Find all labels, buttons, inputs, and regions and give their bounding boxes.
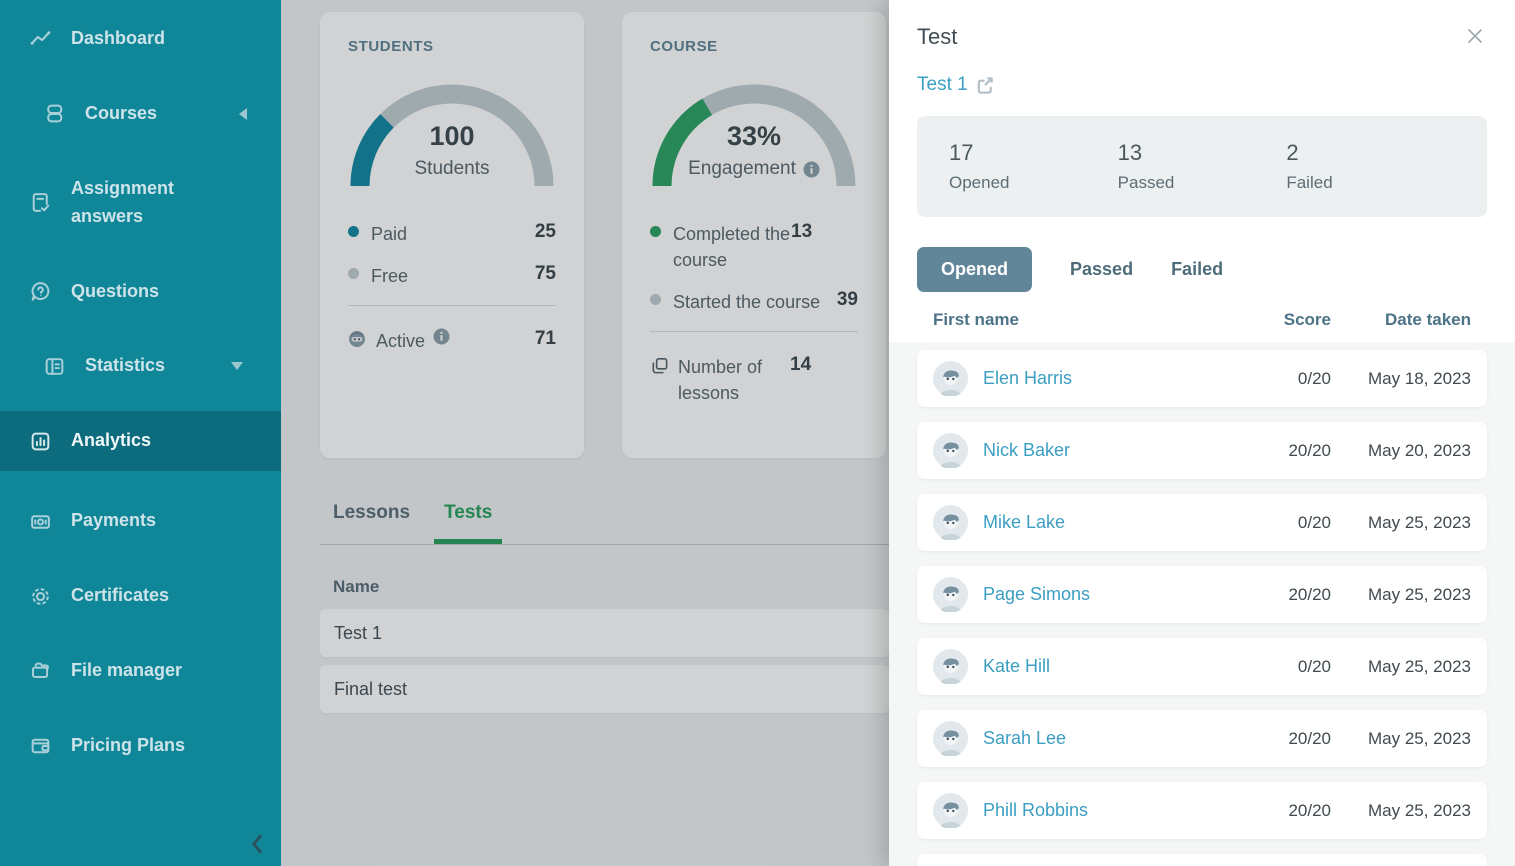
payments-icon — [28, 509, 52, 533]
sidebar-item-certificates[interactable]: Certificates — [0, 571, 281, 621]
chevron-left-icon — [251, 834, 262, 853]
questions-icon — [28, 280, 52, 304]
student-name-link[interactable]: Page Simons — [983, 584, 1246, 605]
avatar — [933, 361, 968, 396]
sidebar-item-payments[interactable]: Payments — [0, 496, 281, 546]
assignment-answers-icon — [28, 191, 52, 215]
sidebar-collapse-button[interactable] — [249, 834, 265, 854]
result-row[interactable]: Mike Lake 0/20 May 25, 2023 — [917, 494, 1487, 551]
stat-failed: 2 Failed — [1286, 140, 1333, 192]
student-name-link[interactable]: Sarah Lee — [983, 728, 1246, 749]
sidebar-item-assignment-answers[interactable]: Assignment answers — [0, 164, 281, 242]
tab-failed[interactable]: Failed — [1171, 259, 1223, 280]
student-name-link[interactable]: Phill Robbins — [983, 800, 1246, 821]
pricing-plans-icon — [28, 734, 52, 758]
sidebar-item-analytics[interactable]: Analytics — [0, 411, 281, 472]
test-details-drawer: Test Test 1 17 Opened 13 Passed 2 Failed… — [889, 0, 1515, 866]
result-row[interactable]: Page Simons 20/20 May 25, 2023 — [917, 566, 1487, 623]
certificates-icon — [28, 584, 52, 608]
student-name-link[interactable]: Kate Hill — [983, 656, 1246, 677]
dashboard-icon — [28, 27, 52, 51]
file-manager-icon — [28, 659, 52, 683]
result-row[interactable]: Kate Hill 0/20 May 25, 2023 — [917, 638, 1487, 695]
date-cell: May 25, 2023 — [1367, 800, 1471, 820]
sidebar-item-statistics[interactable]: Statistics — [0, 341, 281, 391]
stat-passed: 13 Passed — [1117, 140, 1175, 192]
date-cell: May 25, 2023 — [1367, 656, 1471, 676]
result-row[interactable]: Phill Robbins 20/20 May 25, 2023 — [917, 782, 1487, 839]
sidebar-item-pricing-plans[interactable]: Pricing Plans — [0, 721, 281, 771]
test-stats-summary: 17 Opened 13 Passed 2 Failed — [917, 116, 1487, 217]
result-row[interactable]: Nick Baker 20/20 May 20, 2023 — [917, 422, 1487, 479]
test-link[interactable]: Test 1 — [917, 74, 995, 96]
courses-icon — [42, 102, 66, 126]
date-cell: May 25, 2023 — [1367, 512, 1471, 532]
sidebar-item-label: Assignment answers — [71, 177, 175, 226]
sidebar-item-label: Questions — [71, 280, 160, 301]
date-cell: May 25, 2023 — [1367, 728, 1471, 748]
avatar — [933, 433, 968, 468]
date-cell: May 25, 2023 — [1367, 584, 1471, 604]
drawer-title: Test — [917, 24, 958, 49]
score-cell: 20/20 — [1288, 584, 1331, 604]
sidebar-item-label: Pricing Plans — [71, 734, 186, 755]
sidebar-item-file-manager[interactable]: File manager — [0, 646, 281, 696]
external-link-icon[interactable] — [976, 76, 995, 95]
score-cell: 0/20 — [1297, 368, 1331, 388]
tab-opened[interactable]: Opened — [917, 247, 1033, 292]
results-list: Elen Harris 0/20 May 18, 2023 Nick Baker… — [889, 342, 1515, 866]
chevron-down-icon — [231, 362, 243, 371]
tab-passed[interactable]: Passed — [1070, 259, 1133, 280]
sidebar-item-label: Statistics — [85, 355, 166, 376]
sidebar-item-label: Analytics — [71, 430, 152, 451]
result-row[interactable]: Elen Harris 0/20 May 18, 2023 — [917, 350, 1487, 407]
avatar — [933, 505, 968, 540]
statistics-icon — [42, 354, 66, 378]
date-cell: May 18, 2023 — [1367, 368, 1471, 388]
analytics-icon — [28, 429, 52, 453]
drawer-backdrop[interactable] — [281, 0, 889, 866]
avatar — [933, 793, 968, 828]
avatar — [933, 577, 968, 612]
score-cell: 0/20 — [1297, 656, 1331, 676]
score-cell: 20/20 — [1288, 440, 1331, 460]
sidebar-item-label: Payments — [71, 510, 157, 531]
sidebar-item-label: File manager — [71, 660, 183, 681]
sidebar-item-questions[interactable]: Questions — [0, 267, 281, 317]
score-cell: 20/20 — [1288, 800, 1331, 820]
student-name-link[interactable]: Mike Lake — [983, 512, 1246, 533]
result-row-partial[interactable] — [917, 854, 1487, 866]
avatar — [933, 649, 968, 684]
results-table-header: First name Score Date taken — [933, 310, 1471, 329]
student-name-link[interactable]: Elen Harris — [983, 368, 1246, 389]
sidebar-item-courses[interactable]: Courses — [0, 89, 281, 139]
result-row[interactable]: Sarah Lee 20/20 May 25, 2023 — [917, 710, 1487, 767]
chevron-left-icon — [239, 107, 247, 120]
sidebar-item-label: Dashboard — [71, 28, 166, 48]
score-cell: 0/20 — [1297, 512, 1331, 532]
sidebar: Dashboard Courses Assignment answers Que… — [0, 0, 281, 866]
date-cell: May 20, 2023 — [1367, 440, 1471, 460]
drawer-tabs: Opened Passed Failed — [917, 247, 1487, 292]
stat-opened: 17 Opened — [949, 140, 1010, 192]
sidebar-item-label: Certificates — [71, 585, 170, 606]
avatar — [933, 721, 968, 756]
student-name-link[interactable]: Nick Baker — [983, 440, 1246, 461]
close-icon[interactable] — [1465, 26, 1487, 48]
sidebar-item-label: Courses — [85, 102, 158, 123]
score-cell: 20/20 — [1288, 728, 1331, 748]
sidebar-item-dashboard[interactable]: Dashboard — [0, 14, 281, 64]
main-content: STUDENTS 100 Students Paid 25 Free 75 Ac… — [281, 0, 889, 866]
